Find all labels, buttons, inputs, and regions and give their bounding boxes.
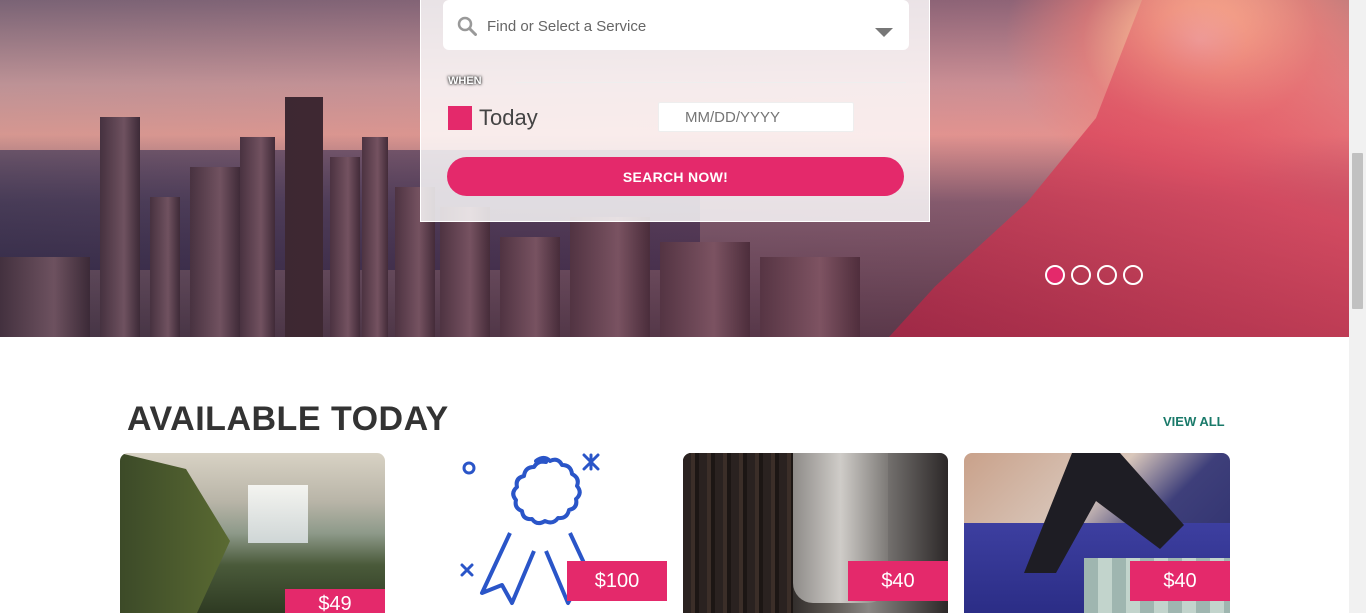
divider — [516, 82, 906, 83]
card-image-waterfall — [120, 453, 230, 613]
carousel-dot-4[interactable] — [1123, 265, 1143, 285]
carousel-dots — [1045, 265, 1143, 285]
card-image-bookshelf — [683, 453, 793, 613]
section-title: AVAILABLE TODAY — [127, 400, 449, 438]
page-scrollbar[interactable] — [1349, 0, 1366, 613]
carousel-dot-2[interactable] — [1071, 265, 1091, 285]
price-badge: $40 — [1130, 561, 1230, 601]
today-label[interactable]: Today — [479, 105, 538, 131]
service-select-placeholder: Find or Select a Service — [487, 18, 647, 35]
service-card-1[interactable]: $49 — [120, 453, 385, 613]
search-now-button[interactable]: SEARCH NOW! — [447, 157, 904, 196]
price-badge: $100 — [567, 561, 667, 601]
price-badge: $40 — [848, 561, 948, 601]
scrollbar-thumb[interactable] — [1352, 153, 1363, 309]
service-card-2[interactable]: $100 — [402, 453, 667, 613]
when-label: WHEN — [448, 75, 482, 87]
chevron-down-icon[interactable] — [875, 28, 893, 37]
service-card-4[interactable]: $40 — [964, 453, 1230, 613]
service-select[interactable]: Find or Select a Service — [443, 0, 909, 50]
date-field[interactable] — [658, 102, 854, 132]
carousel-dot-3[interactable] — [1097, 265, 1117, 285]
today-checkbox[interactable] — [448, 106, 472, 130]
view-all-link[interactable]: VIEW ALL — [1163, 414, 1225, 429]
search-panel: Find or Select a Service WHEN Today SEAR… — [420, 0, 930, 222]
service-card-3[interactable]: $40 — [683, 453, 948, 613]
search-icon — [457, 16, 477, 36]
price-badge: $49 — [285, 589, 385, 613]
carousel-dot-1[interactable] — [1045, 265, 1065, 285]
